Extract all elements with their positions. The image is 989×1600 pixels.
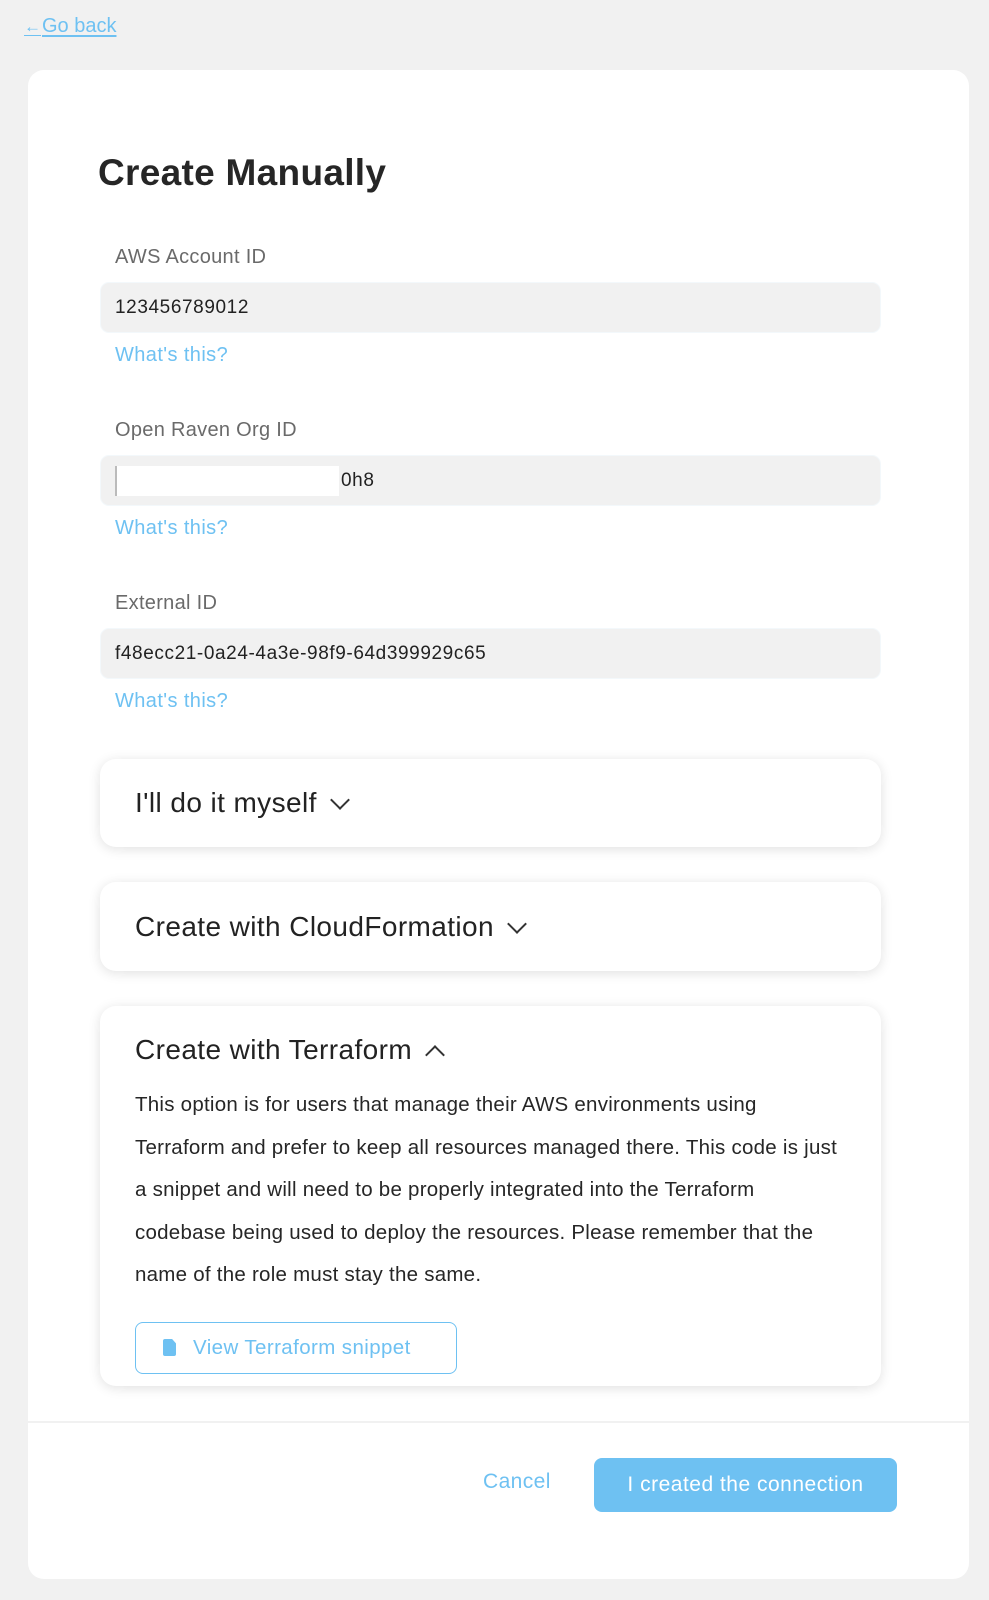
field-value: 0h8	[341, 469, 375, 491]
external-id-input[interactable]: f48ecc21-0a24-4a3e-98f9-64d399929c65	[100, 628, 881, 679]
panel-header[interactable]: Create with Terraform	[100, 1006, 881, 1082]
created-connection-button[interactable]: I created the connection	[594, 1458, 897, 1512]
whats-this-link[interactable]: What's this?	[115, 344, 881, 367]
panel-title: I'll do it myself	[135, 787, 317, 818]
field-label: Open Raven Org ID	[115, 419, 297, 441]
go-back-label: Go back	[42, 15, 117, 37]
org-id-field: Open Raven Org ID 0h8 What's this?	[100, 419, 881, 540]
panel-title: Create with CloudFormation	[135, 910, 494, 942]
panel-title: Create with Terraform	[135, 1034, 413, 1065]
aws-account-id-field: AWS Account ID 123456789012 What's this?	[100, 246, 881, 367]
chevron-up-icon	[426, 1043, 440, 1057]
arrow-left-icon: ←	[24, 17, 41, 36]
footer-divider	[28, 1421, 969, 1423]
document-icon	[163, 1339, 176, 1356]
field-label: External ID	[115, 592, 218, 614]
cancel-button[interactable]: Cancel	[483, 1470, 551, 1494]
redacted-region	[115, 465, 339, 496]
panel-cloudformation: Create with CloudFormation	[100, 882, 881, 971]
panel-header[interactable]: Create with CloudFormation	[100, 882, 881, 971]
whats-this-link[interactable]: What's this?	[115, 690, 881, 713]
go-back-link[interactable]: ← Go back	[24, 15, 116, 38]
field-value: 123456789012	[115, 296, 250, 318]
whats-this-link[interactable]: What's this?	[115, 517, 881, 540]
chevron-down-icon	[508, 920, 522, 934]
panel-description: This option is for users that manage the…	[135, 1093, 838, 1286]
field-label: AWS Account ID	[115, 246, 267, 268]
panel-terraform: Create with Terraform This option is for…	[100, 1006, 881, 1386]
field-value: f48ecc21-0a24-4a3e-98f9-64d399929c65	[115, 642, 487, 664]
panel-do-it-myself: I'll do it myself	[100, 759, 881, 847]
create-manually-card: Create Manually AWS Account ID 123456789…	[28, 70, 969, 1579]
aws-account-id-input[interactable]: 123456789012	[100, 282, 881, 333]
button-label: View Terraform snippet	[193, 1335, 411, 1359]
panel-header[interactable]: I'll do it myself	[100, 759, 881, 847]
view-terraform-snippet-button[interactable]: View Terraform snippet	[135, 1321, 457, 1374]
org-id-input[interactable]: 0h8	[100, 455, 881, 506]
external-id-field: External ID f48ecc21-0a24-4a3e-98f9-64d3…	[100, 592, 881, 713]
page-title: Create Manually	[98, 152, 387, 193]
chevron-down-icon	[331, 796, 345, 810]
